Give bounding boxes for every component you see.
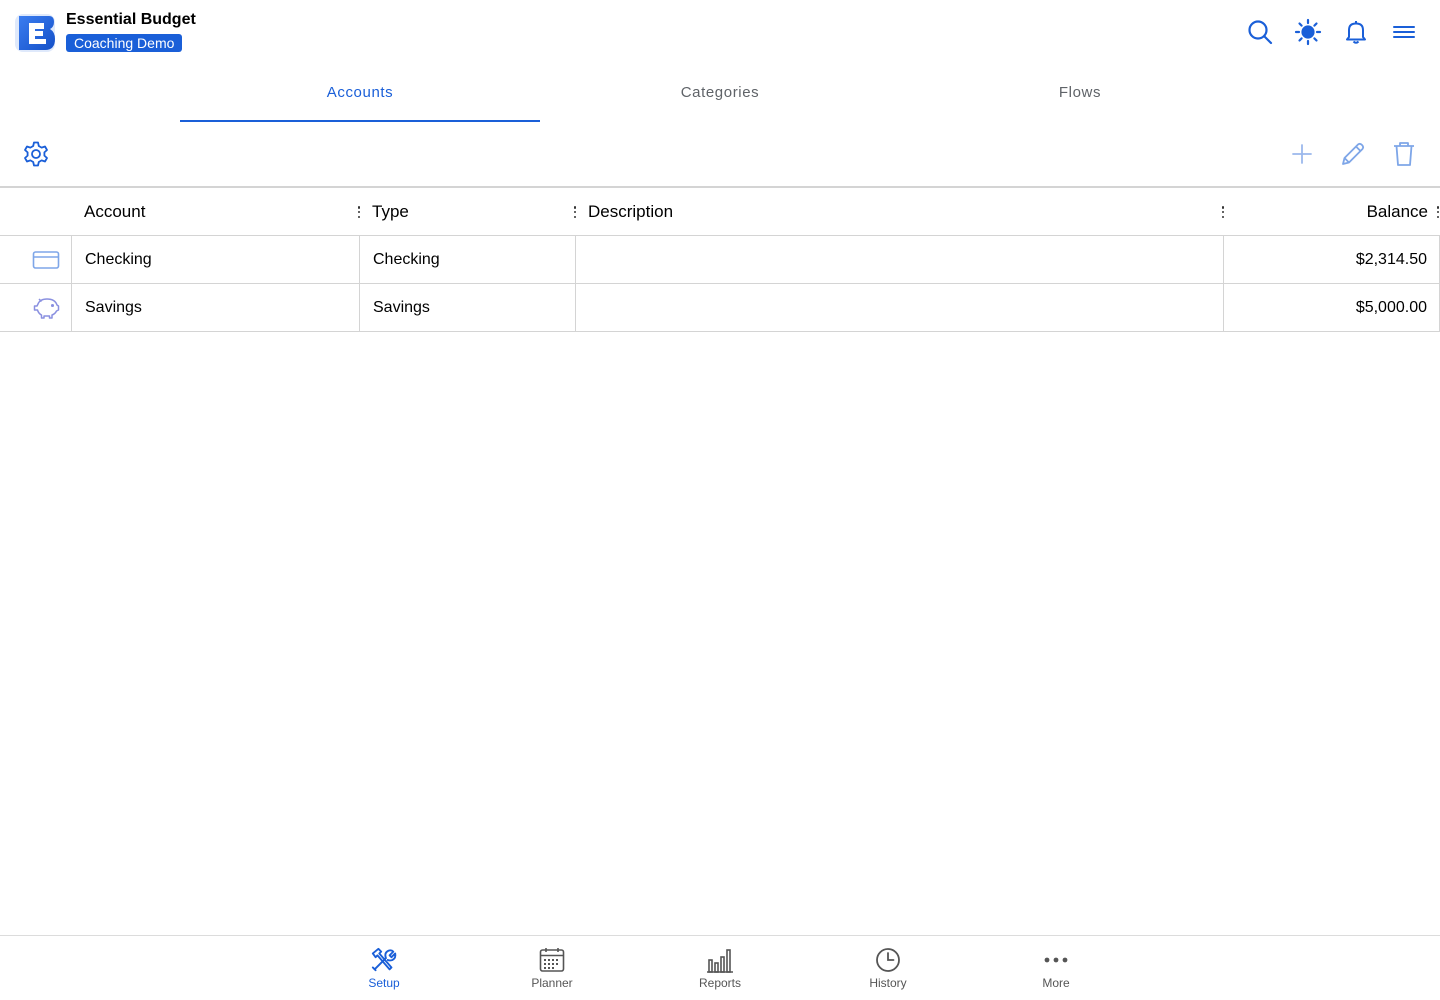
- account-name: Savings: [85, 298, 142, 316]
- tab-categories[interactable]: Categories: [540, 72, 900, 122]
- pencil-icon[interactable]: [1337, 138, 1369, 170]
- tab-flows[interactable]: Flows: [900, 72, 1260, 122]
- piggy-bank-icon: [32, 284, 60, 331]
- column-menu-icon[interactable]: [356, 204, 362, 220]
- column-header-type[interactable]: Type: [372, 188, 409, 235]
- nav-setup[interactable]: Setup: [334, 936, 434, 1000]
- gear-icon[interactable]: [20, 138, 52, 170]
- trash-icon[interactable]: [1388, 138, 1420, 170]
- account-balance: $5,000.00: [1355, 298, 1427, 316]
- column-menu-icon[interactable]: [1435, 204, 1440, 220]
- tab-accounts[interactable]: Accounts: [180, 72, 540, 122]
- tab-bar: Accounts Categories Flows: [180, 72, 1260, 122]
- column-menu-icon[interactable]: [572, 204, 578, 220]
- menu-icon[interactable]: [1390, 18, 1418, 46]
- plus-icon[interactable]: [1286, 138, 1318, 170]
- column-header-description[interactable]: Description: [588, 188, 673, 235]
- more-icon: [1042, 946, 1070, 974]
- bottom-nav: Setup Planner Reports History More: [0, 935, 1440, 1000]
- accounts-table: Account Type Description Balance Checkin…: [0, 186, 1440, 332]
- table-row[interactable]: Savings Savings $5,000.00: [0, 284, 1440, 332]
- nav-label: Reports: [698, 976, 742, 990]
- credit-card-icon: [32, 236, 60, 283]
- bell-icon[interactable]: [1342, 18, 1370, 46]
- column-header-account[interactable]: Account: [84, 188, 145, 235]
- account-type: Checking: [373, 250, 440, 268]
- table-header-row: Account Type Description Balance: [0, 188, 1440, 236]
- table-row[interactable]: Checking Checking $2,314.50: [0, 236, 1440, 284]
- account-balance: $2,314.50: [1355, 250, 1427, 268]
- nav-label: Setup: [368, 976, 400, 990]
- table-toolbar: [0, 130, 1440, 186]
- account-type: Savings: [373, 298, 430, 316]
- calendar-icon: [538, 946, 566, 974]
- brightness-icon[interactable]: [1294, 18, 1322, 46]
- column-header-balance[interactable]: Balance: [1367, 188, 1428, 235]
- app-logo: [13, 12, 57, 54]
- nav-label: History: [869, 976, 907, 990]
- bar-chart-icon: [706, 946, 734, 974]
- account-name: Checking: [85, 250, 152, 268]
- column-menu-icon[interactable]: [1220, 204, 1226, 220]
- tools-icon: [370, 946, 398, 974]
- nav-more[interactable]: More: [1006, 936, 1106, 1000]
- app-title: Essential Budget: [66, 11, 196, 28]
- nav-label: More: [1042, 976, 1070, 990]
- clock-icon: [874, 946, 902, 974]
- nav-reports[interactable]: Reports: [670, 936, 770, 1000]
- nav-history[interactable]: History: [838, 936, 938, 1000]
- profile-badge[interactable]: Coaching Demo: [66, 34, 183, 52]
- nav-planner[interactable]: Planner: [502, 936, 602, 1000]
- search-icon[interactable]: [1246, 18, 1274, 46]
- nav-label: Planner: [531, 976, 573, 990]
- app-header: Essential Budget Coaching Demo: [0, 0, 1440, 64]
